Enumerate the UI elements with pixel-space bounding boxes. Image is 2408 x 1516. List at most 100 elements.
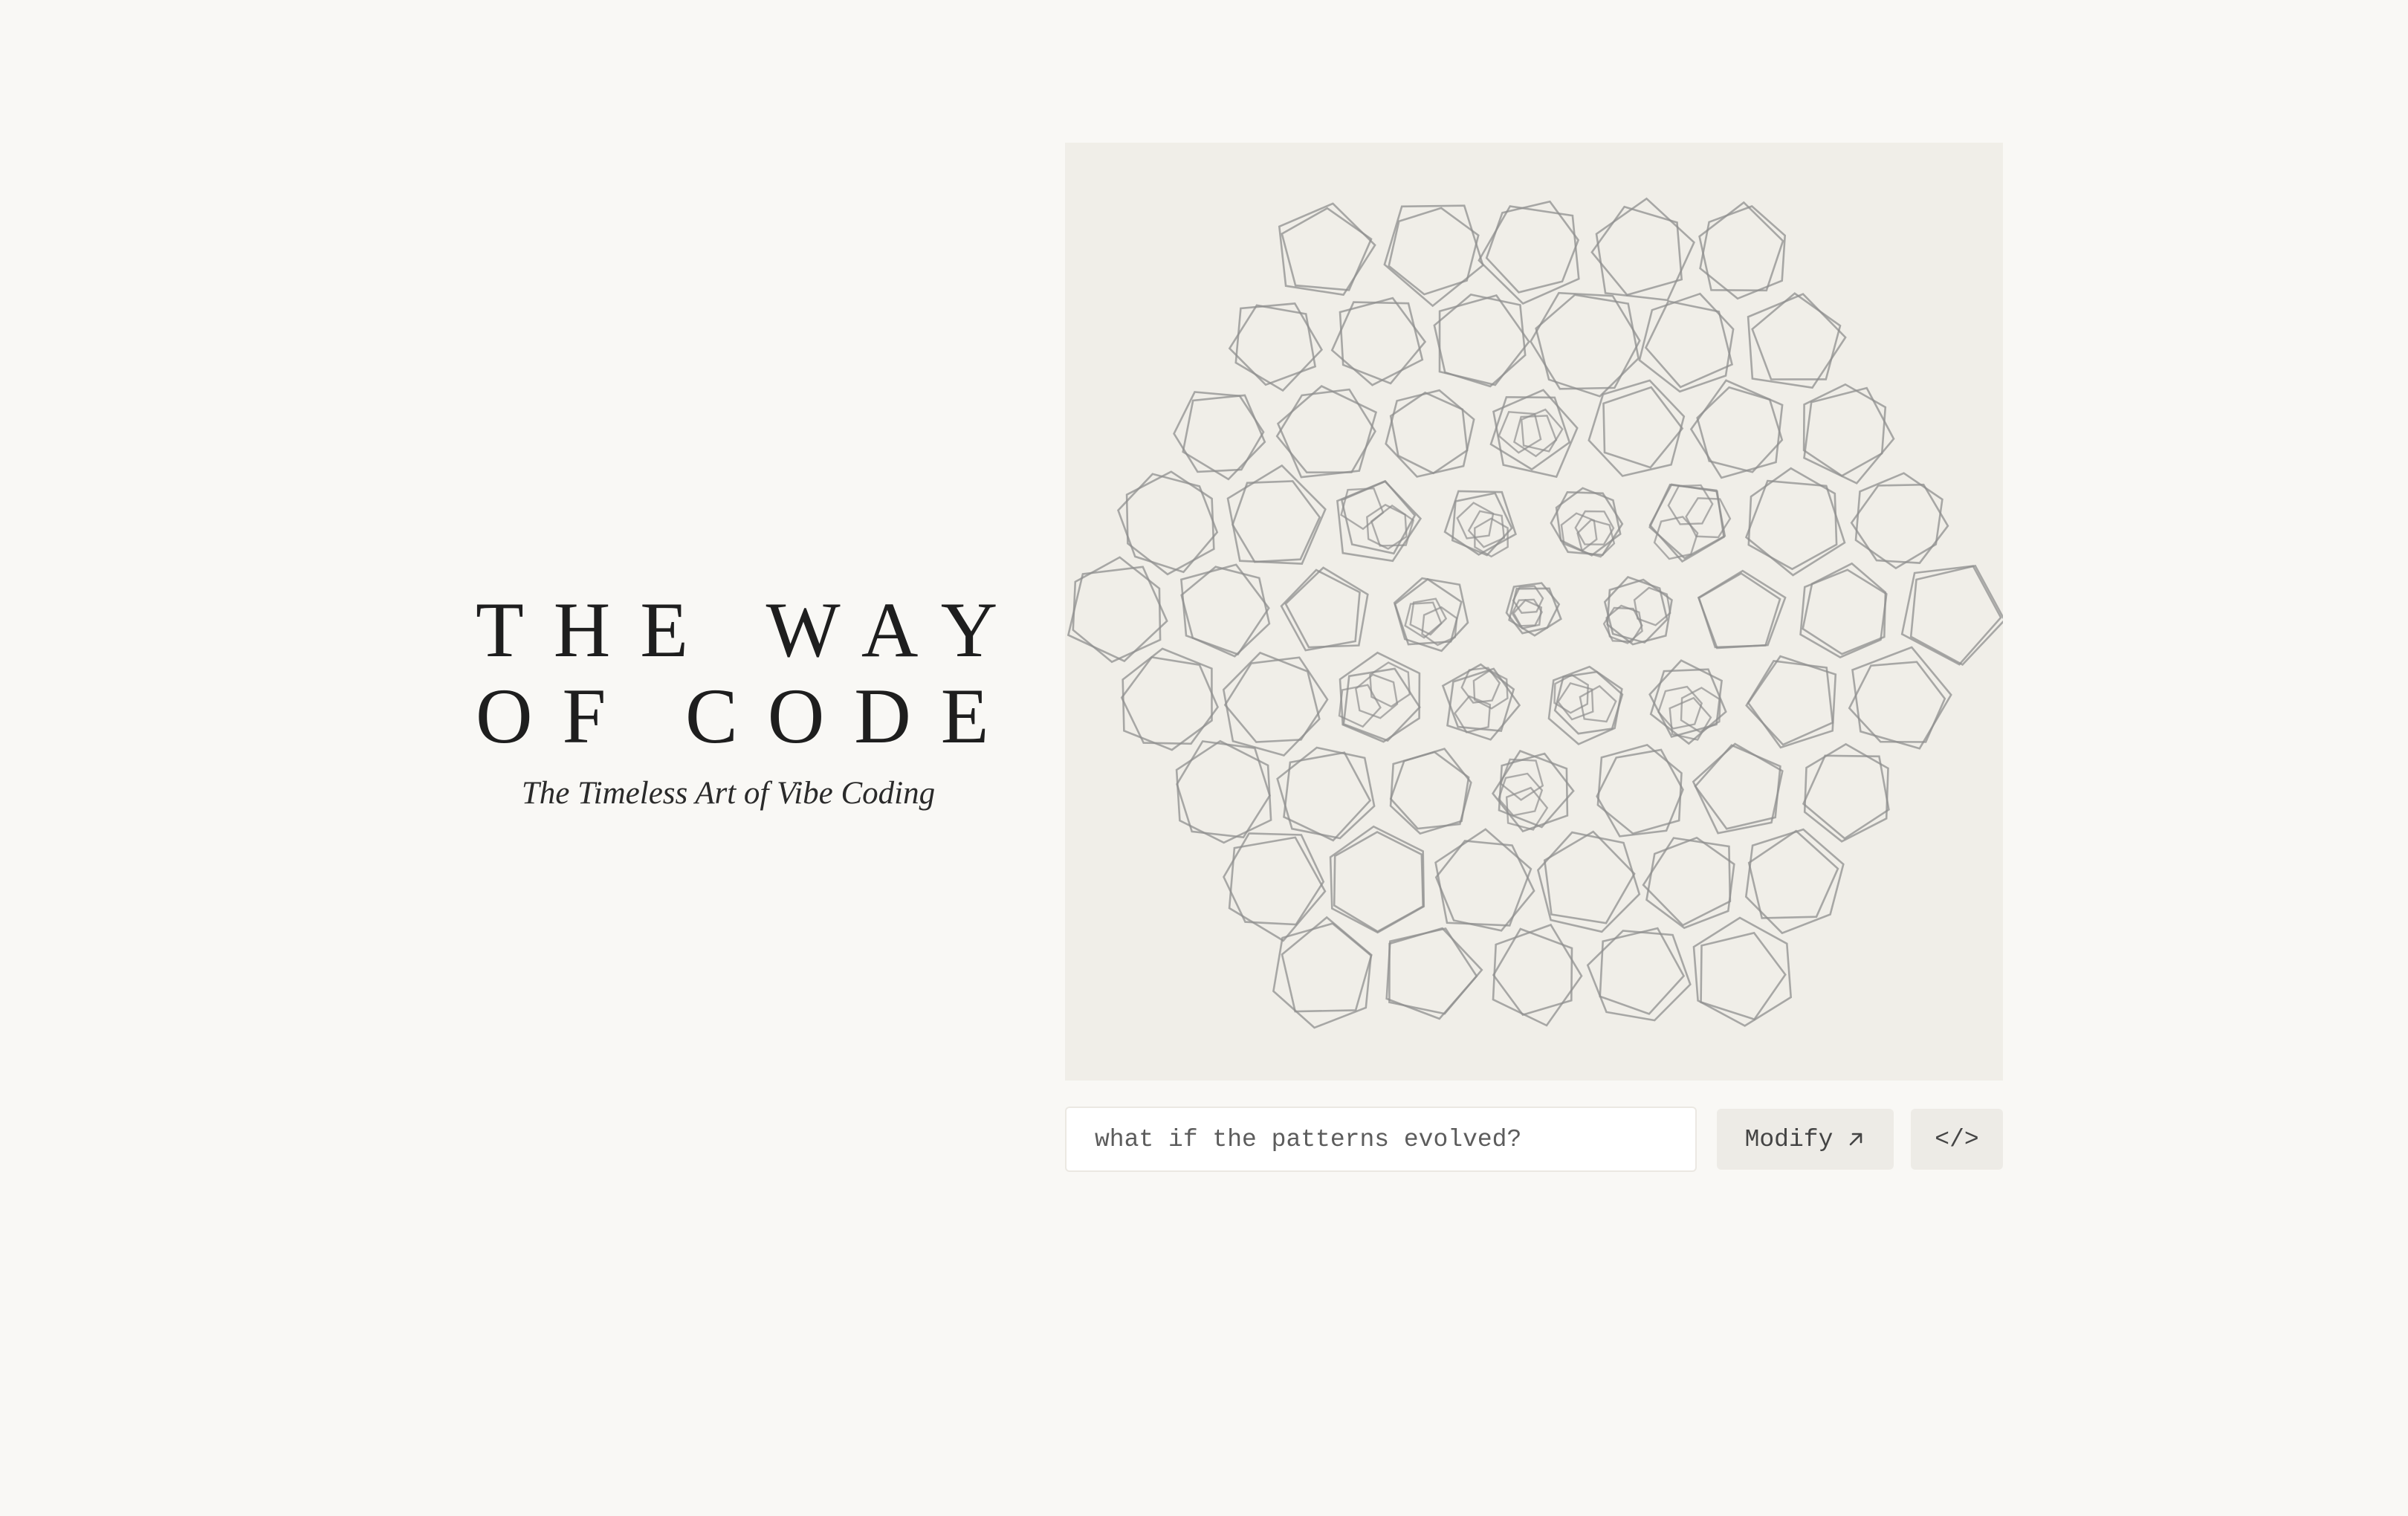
pattern-polygon	[1370, 504, 1415, 547]
title-line-1: THE WAY	[476, 586, 1028, 673]
pattern-cell	[1120, 647, 1219, 751]
pattern-cell	[1228, 302, 1324, 392]
pattern-cell	[1492, 749, 1575, 833]
pattern-cell	[1393, 577, 1469, 652]
pattern-polygon	[1283, 751, 1372, 842]
pattern-cell	[1385, 927, 1483, 1020]
pattern-polygon	[1385, 389, 1475, 478]
pattern-cell	[1492, 923, 1583, 1027]
pattern-cell	[1067, 556, 1168, 664]
pattern-cell	[1587, 379, 1686, 477]
title-line-2: OF CODE	[476, 673, 1019, 759]
pattern-polygon	[1699, 205, 1787, 300]
pattern-cell	[1547, 665, 1624, 745]
pattern-polygon	[1854, 472, 1943, 570]
pattern-cell	[1648, 483, 1732, 563]
pattern-cell	[1329, 825, 1425, 934]
pattern-cell	[1276, 746, 1376, 842]
pattern-polygon	[1226, 464, 1327, 565]
pattern-polygon	[1602, 386, 1684, 469]
pattern-polygon	[1339, 297, 1427, 385]
pattern-polygon	[1492, 749, 1569, 833]
pattern-polygon	[1067, 566, 1168, 663]
pattern-cell	[1900, 564, 2003, 667]
pattern-cell	[1173, 391, 1266, 481]
pattern-polygon	[1694, 744, 1781, 830]
pattern-cell	[1536, 830, 1641, 933]
pattern-cell	[1433, 293, 1530, 388]
pattern-polygon	[1388, 927, 1483, 1015]
pattern-cell	[1692, 742, 1784, 835]
pattern-polygon	[1697, 572, 1781, 649]
pattern-cell	[1489, 389, 1579, 479]
pattern-cell	[1180, 563, 1271, 658]
arrow-up-right-icon	[1846, 1130, 1865, 1149]
pattern-polygon	[1472, 669, 1509, 710]
pattern-cell	[1744, 828, 1845, 935]
code-icon: </>	[1935, 1125, 1979, 1153]
pattern-cell	[1443, 490, 1517, 558]
pattern-cell	[1550, 487, 1624, 558]
pattern-polygon	[1638, 292, 1735, 393]
pattern-cell	[1802, 383, 1895, 485]
generative-art-canvas	[1065, 143, 2003, 1081]
pattern-cell	[1278, 202, 1376, 297]
pattern-cell	[1175, 739, 1272, 844]
pattern-polygon	[1803, 742, 1889, 843]
pattern-cell	[1441, 663, 1521, 741]
pattern-cell	[1117, 470, 1219, 576]
pattern-cell	[1638, 292, 1735, 393]
pattern-cell	[1747, 292, 1847, 389]
view-code-button[interactable]: </>	[1911, 1109, 2003, 1170]
pattern-polygon	[1848, 661, 1946, 743]
pattern-cell	[1336, 480, 1423, 563]
pattern-polygon	[1223, 656, 1329, 743]
pattern-cell	[1505, 582, 1562, 637]
pattern-polygon	[1850, 483, 1949, 564]
pattern-polygon	[1176, 740, 1271, 839]
prompt-input[interactable]	[1065, 1107, 1697, 1172]
pattern-cell	[1280, 566, 1369, 652]
pattern-cell	[1596, 743, 1684, 838]
pattern-cell	[1692, 916, 1793, 1027]
pattern-polygon	[1802, 754, 1890, 840]
pattern-polygon	[1329, 825, 1425, 934]
pattern-polygon	[1231, 480, 1321, 563]
page: THE WAY OF CODE The Timeless Art of Vibe…	[0, 0, 2408, 1516]
pattern-polygon	[1803, 386, 1895, 485]
pattern-cell	[1590, 197, 1695, 302]
pattern-polygon	[1553, 670, 1624, 735]
pattern-cell	[1744, 467, 1846, 577]
pattern-polygon	[1543, 830, 1636, 924]
pattern-polygon	[1330, 301, 1424, 386]
pattern-polygon	[1747, 655, 1837, 749]
pattern-polygon	[1745, 660, 1834, 746]
pattern-polygon	[1689, 379, 1784, 479]
pattern-cell	[1389, 748, 1472, 835]
pattern-cell	[1383, 204, 1484, 308]
pattern-cell	[1642, 836, 1735, 930]
pattern-polygon	[1744, 479, 1846, 577]
pattern-polygon	[1117, 473, 1219, 574]
pattern-polygon	[1222, 651, 1321, 757]
pattern-cell	[1478, 200, 1580, 305]
pattern-polygon	[1180, 566, 1271, 658]
modify-button[interactable]: Modify	[1717, 1109, 1894, 1170]
pattern-cell	[1222, 651, 1329, 757]
pattern-cell	[1529, 291, 1641, 398]
pattern-polygon	[1692, 916, 1793, 1027]
pattern-polygon	[1339, 651, 1421, 743]
pattern-cell	[1330, 297, 1427, 386]
polygon-pattern-artwork	[1067, 197, 2003, 1029]
title-block: THE WAY OF CODE The Timeless Art of Vibe…	[446, 587, 1011, 814]
pattern-cell	[1385, 389, 1475, 478]
pattern-cell	[1802, 742, 1890, 843]
pattern-polygon	[1275, 388, 1376, 474]
pattern-polygon	[1281, 916, 1373, 1013]
pattern-polygon	[1747, 829, 1839, 919]
pattern-cell	[1434, 828, 1535, 932]
pattern-polygon	[1443, 490, 1517, 556]
modify-label: Modify	[1744, 1125, 1833, 1153]
pattern-polygon	[1700, 931, 1787, 1021]
pattern-polygon	[1276, 385, 1378, 479]
